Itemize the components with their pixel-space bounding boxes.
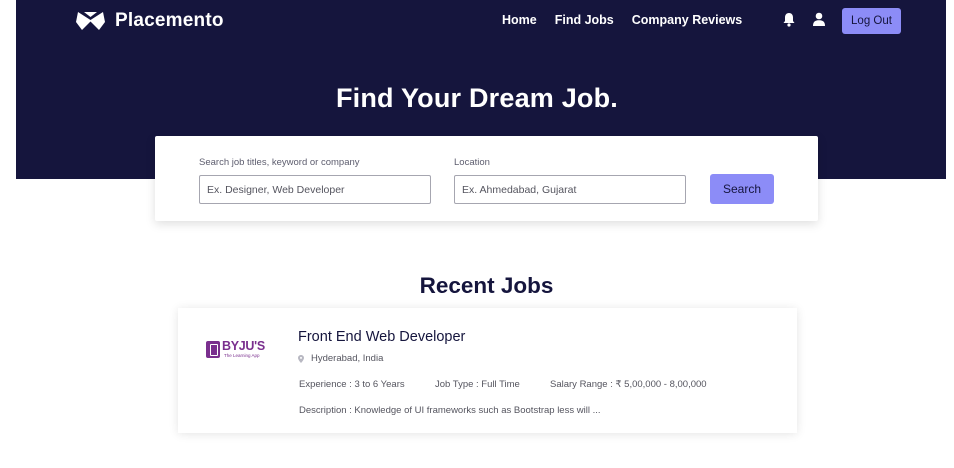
- bell-icon[interactable]: [782, 12, 796, 27]
- search-button[interactable]: Search: [710, 174, 774, 204]
- brand-name: Placemento: [115, 10, 224, 31]
- company-logo: BYJU'S The Learning App: [206, 340, 272, 360]
- collar-logo-icon: [76, 12, 105, 30]
- job-type: Job Type : Full Time: [435, 379, 520, 390]
- company-logo-text: BYJU'S: [222, 339, 265, 353]
- byjus-logo-mark: [206, 341, 220, 358]
- location-input[interactable]: [454, 175, 686, 204]
- nav-link-find-jobs[interactable]: Find Jobs: [555, 13, 614, 27]
- job-card[interactable]: BYJU'S The Learning App Front End Web De…: [178, 308, 797, 433]
- main-nav: Home Find Jobs Company Reviews: [502, 13, 742, 27]
- job-location-text: Hyderabad, India: [311, 353, 384, 364]
- company-logo-subtext: The Learning App: [224, 353, 260, 358]
- nav-link-home[interactable]: Home: [502, 13, 537, 27]
- keyword-input[interactable]: [199, 175, 431, 204]
- map-pin-icon: [298, 354, 304, 363]
- keyword-label: Search job titles, keyword or company: [199, 157, 360, 168]
- hero-title: Find Your Dream Job.: [335, 83, 619, 113]
- job-salary: Salary Range : ₹ 5,00,000 - 8,00,000: [550, 379, 707, 390]
- job-experience: Experience : 3 to 6 Years: [299, 379, 405, 390]
- recent-jobs-title: Recent Jobs: [419, 273, 554, 298]
- user-icon[interactable]: [812, 12, 826, 27]
- location-label: Location: [454, 157, 490, 168]
- brand-logo[interactable]: Placemento: [74, 9, 224, 33]
- nav-link-company-reviews[interactable]: Company Reviews: [632, 13, 742, 27]
- search-card: Search job titles, keyword or company Lo…: [155, 136, 818, 221]
- job-description: Description : Knowledge of UI frameworks…: [299, 405, 601, 416]
- job-location: Hyderabad, India: [298, 353, 383, 364]
- job-title[interactable]: Front End Web Developer: [298, 329, 465, 345]
- logout-button[interactable]: Log Out: [842, 8, 901, 34]
